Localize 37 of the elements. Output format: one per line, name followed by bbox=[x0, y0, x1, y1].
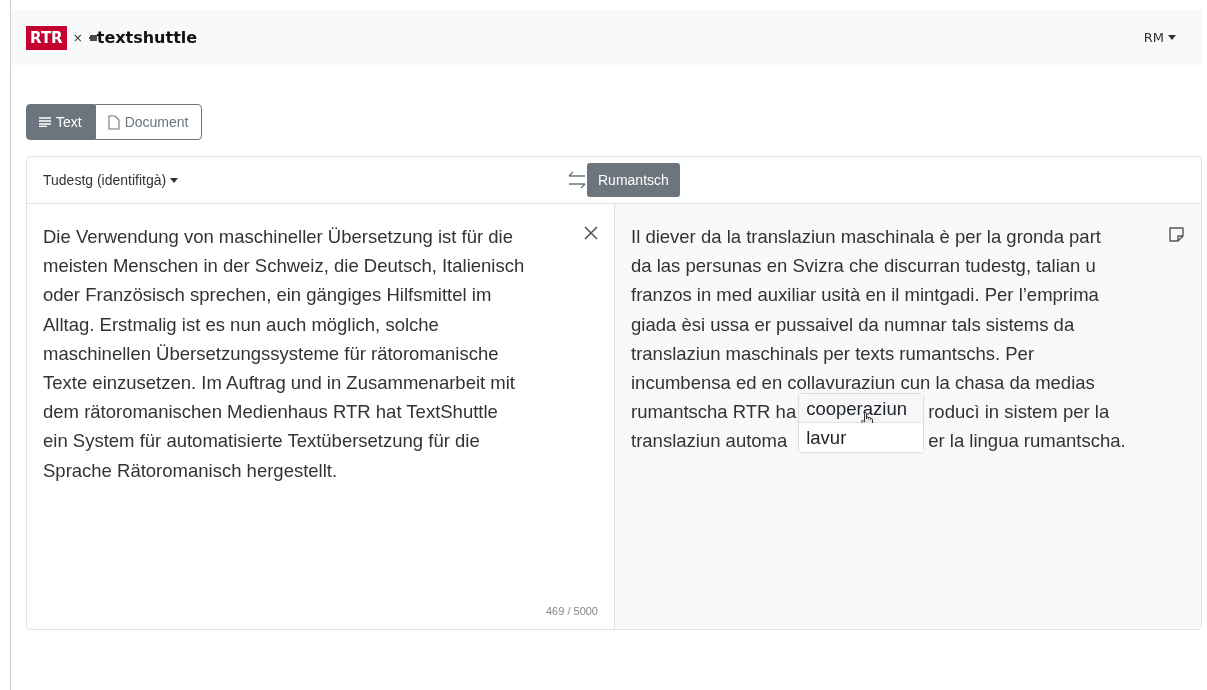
lines-icon bbox=[39, 117, 51, 127]
output-text-line: translaziun automa bbox=[631, 429, 788, 454]
mode-tab[interactable]: Text bbox=[26, 104, 95, 140]
textshuttle-logo: textshuttle bbox=[96, 28, 198, 47]
input-text-line: Texte einzusetzen. Im Auftrag und in Zusammenarbeit mit bbox=[43, 371, 516, 395]
swap-icon[interactable] bbox=[567, 171, 587, 189]
input-text-line: maschinellen Übersetzungssysteme für rätoromanische bbox=[43, 341, 500, 366]
input-text-line: dem rätoromanischen Medienhaus RTR hat TextShuttle bbox=[43, 400, 499, 425]
alternative-option[interactable]: lavur bbox=[799, 423, 924, 453]
input-text-line: oder Französisch sprechen, ein gängiges Hilfsmittel im bbox=[43, 283, 493, 308]
input-text-line: Alltag. Erstmalig ist es nun auch möglich, solche bbox=[43, 312, 440, 337]
alternative-option[interactable]: cooperaziun bbox=[799, 394, 924, 424]
rtr-logo: RTR bbox=[26, 25, 67, 50]
input-text-line: Sprache Rätoromanisch hergestellt. bbox=[43, 458, 339, 483]
output-text-line: er la lingua rumantscha. bbox=[928, 429, 1126, 454]
input-text-line: meisten Menschen in der Schweiz, die Deutsch, Italienisch bbox=[43, 254, 525, 279]
file-icon bbox=[107, 114, 120, 130]
source-language-dropdown[interactable]: Tudestg (identifitgà) bbox=[43, 172, 179, 188]
output-text-line: franzos in med auxiliar usità en il mintgadi. Per l’emprima bbox=[631, 283, 1100, 308]
language-menu[interactable]: RM bbox=[1143, 30, 1176, 45]
target-language-button[interactable]: Rumantsch bbox=[587, 163, 680, 197]
output-text-line: Il diever da la translaziun maschinala è per la gronda part bbox=[631, 225, 1102, 249]
input-text-line: ein System für automatisierte Textübersetzung für die bbox=[43, 429, 481, 454]
caret-icon bbox=[170, 177, 179, 183]
times-sign: × bbox=[72, 30, 83, 45]
output-text-line: da las persunas en Svizra che discurran tudestg, talian u bbox=[631, 254, 1097, 279]
output-text-line: translaziun maschinals per texts rumantschs. Per bbox=[631, 341, 1036, 366]
output-text-line: rumantscha RTR ha bbox=[631, 400, 797, 425]
character-count: 469 / 5000 bbox=[546, 605, 598, 617]
caret-icon bbox=[1168, 35, 1176, 40]
output-text-line: giada èsi ussa er pussaivel da numnar tals sistems da bbox=[631, 312, 1076, 337]
input-text-line: Die Verwendung von maschineller Übersetzung ist für die bbox=[43, 225, 514, 249]
output-text-line: roducì in sistem per la bbox=[928, 400, 1110, 425]
note-icon[interactable] bbox=[1168, 226, 1185, 243]
mode-tab[interactable]: Document bbox=[94, 104, 202, 140]
close-icon[interactable] bbox=[584, 226, 598, 240]
output-text-line: incumbensa ed en collavuraziun cun la chasa da medias bbox=[631, 371, 1096, 395]
